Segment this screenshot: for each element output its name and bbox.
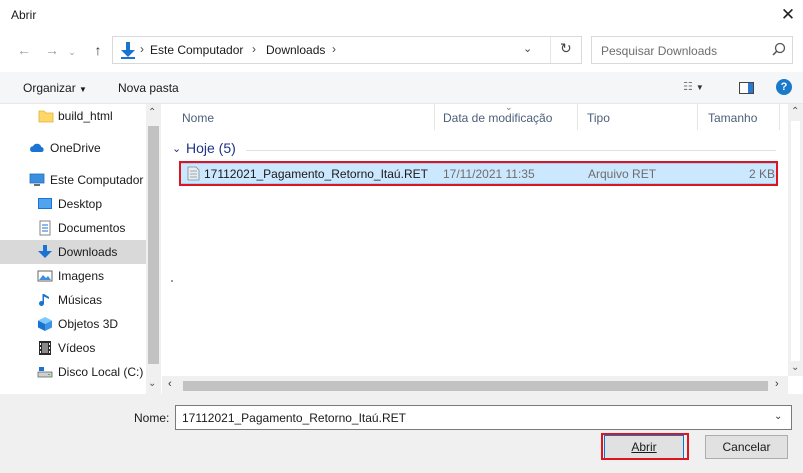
- sidebar-item-documentos[interactable]: Documentos: [0, 216, 146, 240]
- onedrive-icon: [30, 143, 44, 152]
- cancel-button[interactable]: Cancelar: [705, 435, 788, 459]
- caret-down-icon: ▼: [79, 85, 87, 94]
- file-name-value: 17112021_Pagamento_Retorno_Itaú.RET: [182, 411, 406, 425]
- sidebar-item-onedrive[interactable]: OneDrive: [0, 136, 146, 160]
- chevron-down-icon[interactable]: ⌄: [523, 42, 532, 55]
- divider: [550, 37, 551, 63]
- videos-icon: [39, 341, 51, 355]
- breadcrumb-separator: ›: [140, 42, 144, 56]
- chevron-down-icon[interactable]: ⌄: [172, 142, 181, 155]
- objects3d-icon: [38, 317, 52, 331]
- scroll-right-icon[interactable]: ›: [775, 378, 779, 390]
- column-header-name[interactable]: Nome: [182, 111, 214, 125]
- search-input[interactable]: Pesquisar Downloads: [591, 36, 793, 64]
- nav-scrollbar-thumb[interactable]: [148, 126, 159, 364]
- downloads-icon: [121, 42, 135, 59]
- navigation-pane: build_html OneDrive Este Computador Desk…: [0, 104, 161, 394]
- back-icon[interactable]: ←: [14, 40, 34, 60]
- up-icon[interactable]: ↑: [88, 40, 108, 60]
- sidebar-item-videos[interactable]: Vídeos: [0, 336, 146, 360]
- scroll-up-icon[interactable]: ⌃: [791, 106, 799, 117]
- sidebar-item-downloads[interactable]: Downloads: [0, 240, 146, 264]
- breadcrumb-separator: ›: [332, 42, 336, 56]
- command-bar: Organizar ▼ Nova pasta ☷ ▼ ?: [0, 72, 803, 104]
- breadcrumb-downloads[interactable]: Downloads: [266, 43, 325, 57]
- organize-label: Organizar: [23, 81, 76, 95]
- desktop-icon: [38, 198, 52, 209]
- sidebar-item-label: Músicas: [58, 293, 103, 307]
- search-placeholder: Pesquisar Downloads: [601, 44, 718, 58]
- scroll-left-icon[interactable]: ‹: [168, 378, 172, 390]
- group-divider: [246, 150, 776, 151]
- view-options-icon[interactable]: ☷ ▼: [683, 80, 704, 93]
- sidebar-item-label: Documentos: [58, 221, 126, 235]
- refresh-icon[interactable]: ↻: [560, 40, 572, 57]
- sidebar-item-imagens[interactable]: Imagens: [0, 264, 146, 288]
- column-separator: [779, 104, 780, 130]
- folder-icon: [38, 110, 54, 123]
- chevron-down-icon[interactable]: ⌄: [774, 411, 782, 422]
- sidebar-item-label: Imagens: [58, 269, 105, 283]
- file-name-input[interactable]: 17112021_Pagamento_Retorno_Itaú.RET ⌄: [175, 405, 792, 430]
- new-folder-button[interactable]: Nova pasta: [118, 81, 179, 95]
- sidebar-item-desktop[interactable]: Desktop: [0, 192, 146, 216]
- sidebar-item-label: Vídeos: [58, 341, 96, 355]
- dot: [171, 280, 173, 282]
- scroll-track: [791, 121, 800, 361]
- preview-pane-icon[interactable]: [739, 82, 754, 94]
- close-icon[interactable]: ✕: [774, 2, 802, 28]
- scroll-down-icon[interactable]: ⌄: [791, 362, 799, 373]
- sidebar-item-disco-local[interactable]: Disco Local (C:): [0, 360, 146, 384]
- window-title: Abrir: [11, 8, 37, 22]
- column-header-type[interactable]: Tipo: [587, 111, 610, 125]
- file-name-label: Nome:: [134, 411, 170, 425]
- sidebar-item-label: Este Computador: [50, 173, 144, 187]
- sidebar-item-label: Desktop: [58, 197, 103, 211]
- column-separator: [577, 104, 578, 130]
- file-list: Nome ⌄ Data de modificação Tipo Tamanho …: [162, 102, 788, 376]
- column-separator: [697, 104, 698, 130]
- column-header-date[interactable]: Data de modificação: [443, 111, 552, 125]
- list-horizontal-thumb[interactable]: [183, 381, 768, 391]
- help-icon[interactable]: ?: [776, 79, 792, 95]
- title-bar: Abrir ✕: [0, 0, 803, 31]
- scroll-down-icon[interactable]: ⌄: [148, 378, 156, 389]
- sidebar-item-label: Objetos 3D: [58, 317, 119, 331]
- documents-icon: [39, 220, 51, 236]
- sidebar-item-musicas[interactable]: Músicas: [0, 288, 146, 312]
- sidebar-item-label: OneDrive: [50, 141, 101, 155]
- column-separator: [434, 104, 435, 130]
- music-icon: [39, 294, 49, 306]
- breadcrumb-separator: ›: [252, 42, 256, 56]
- drive-icon: [37, 367, 53, 378]
- group-header-today[interactable]: Hoje (5): [186, 140, 236, 156]
- search-icon: [772, 42, 786, 56]
- annotation-highlight-file: [179, 161, 778, 186]
- sidebar-item-label: Disco Local (C:): [58, 365, 144, 379]
- recent-locations-icon[interactable]: ⌄: [62, 42, 82, 62]
- annotation-highlight-open: [601, 433, 689, 460]
- sidebar-item-este-computador[interactable]: Este Computador: [0, 168, 146, 192]
- forward-icon[interactable]: →: [42, 40, 62, 60]
- column-header-size[interactable]: Tamanho: [708, 111, 757, 125]
- computer-icon: [29, 173, 45, 186]
- scroll-up-icon[interactable]: ⌃: [148, 107, 156, 118]
- pictures-icon: [37, 270, 53, 282]
- organize-button[interactable]: Organizar ▼: [23, 81, 87, 95]
- breadcrumb-este-computador[interactable]: Este Computador: [150, 43, 243, 57]
- sidebar-item-label: build_html: [58, 109, 113, 123]
- sidebar-item-label: Downloads: [58, 245, 118, 259]
- sidebar-item-objetos-3d[interactable]: Objetos 3D: [0, 312, 146, 336]
- downloads-icon: [38, 245, 52, 258]
- sidebar-item-build-html[interactable]: build_html: [0, 104, 146, 128]
- address-bar[interactable]: › Este Computador › Downloads › ⌄ ↻: [112, 36, 582, 64]
